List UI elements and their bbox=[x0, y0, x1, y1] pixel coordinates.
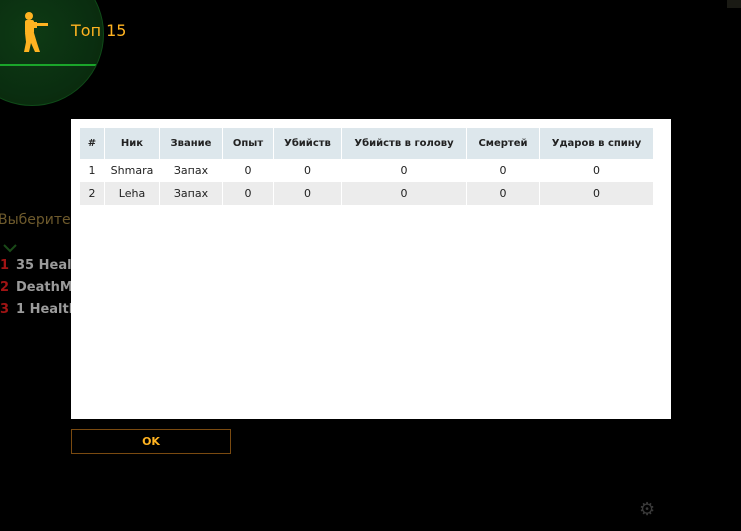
menu-item-number: 2 bbox=[0, 280, 10, 295]
column-header-experience: Опыт bbox=[222, 128, 274, 159]
cell-kills: 0 bbox=[273, 182, 342, 205]
cell-backstabs: 0 bbox=[539, 182, 654, 205]
column-header-nick: Ник bbox=[104, 128, 160, 159]
background-menu: Выберите 1 35 Health 2 DeathMatch 31 Healt… bbox=[0, 0, 105, 531]
menu-item-number: 1 bbox=[0, 258, 10, 273]
cell-deaths: 0 bbox=[466, 159, 540, 182]
column-header-backstabs: Ударов в спину bbox=[539, 128, 654, 159]
ok-button[interactable]: OK bbox=[71, 429, 231, 454]
table-row: 1 Shmara Запах 0 0 0 0 0 bbox=[80, 159, 654, 182]
cell-rank-title: Запах bbox=[159, 159, 223, 182]
column-header-rank: # bbox=[80, 128, 105, 159]
cell-kills: 0 bbox=[273, 159, 342, 182]
top15-dialog: # Ник Звание Опыт Убийств Убийств в голо… bbox=[71, 119, 671, 419]
corner-decoration bbox=[727, 0, 741, 8]
emblem-icon: ⚙ bbox=[639, 499, 656, 520]
column-header-headshots: Убийств в голову bbox=[341, 128, 467, 159]
cell-rank-title: Запах bbox=[159, 182, 223, 205]
cell-rank: 1 bbox=[80, 159, 105, 182]
menu-item-label: 1 Health bbox=[16, 302, 78, 317]
column-header-deaths: Смертей bbox=[466, 128, 540, 159]
cell-headshots: 0 bbox=[341, 159, 467, 182]
stats-table: # Ник Звание Опыт Убийств Убийств в голо… bbox=[80, 128, 654, 205]
cell-headshots: 0 bbox=[341, 182, 467, 205]
cell-nick: Leha bbox=[104, 182, 160, 205]
column-header-rank-title: Звание bbox=[159, 128, 223, 159]
table-header-row: # Ник Звание Опыт Убийств Убийств в голо… bbox=[80, 128, 654, 159]
background-menu-item[interactable]: 3 1 Health bbox=[0, 302, 78, 317]
background-menu-heading: Выберите bbox=[0, 212, 71, 228]
cell-rank: 2 bbox=[80, 182, 105, 205]
caret-icon bbox=[3, 244, 17, 253]
cell-nick: Shmara bbox=[104, 159, 160, 182]
cell-backstabs: 0 bbox=[539, 159, 654, 182]
cell-deaths: 0 bbox=[466, 182, 540, 205]
cell-experience: 0 bbox=[222, 182, 274, 205]
column-header-kills: Убийств bbox=[273, 128, 342, 159]
table-row: 2 Leha Запах 0 0 0 0 0 bbox=[80, 182, 654, 205]
game-screen: Топ 15 Выберите 1 35 Health 2 DeathMatch 3… bbox=[0, 0, 741, 531]
menu-item-number: 3 bbox=[0, 302, 10, 317]
cell-experience: 0 bbox=[222, 159, 274, 182]
